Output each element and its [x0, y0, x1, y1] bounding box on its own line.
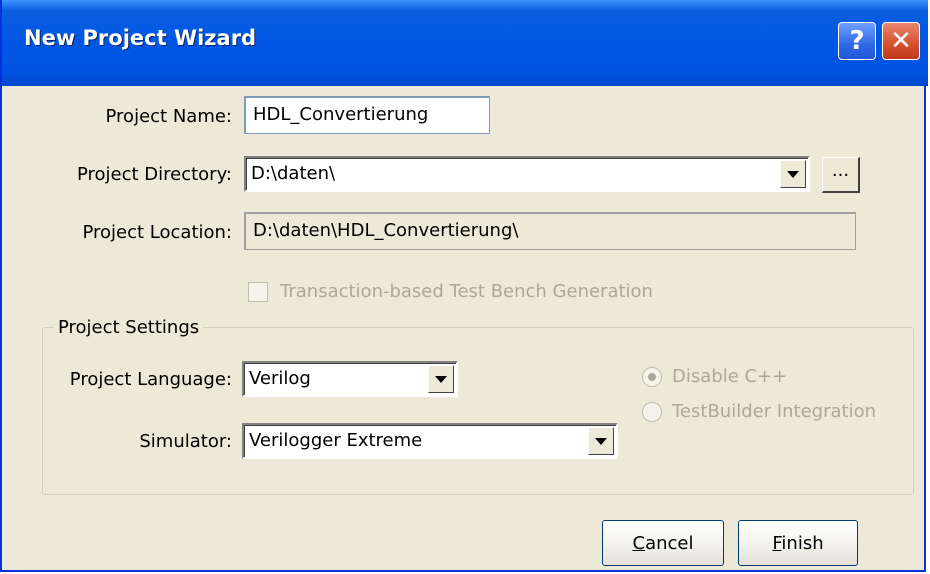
project-settings-legend: Project Settings [54, 317, 204, 338]
finish-label-rest: inish [781, 532, 824, 554]
simulator-label: Simulator: [139, 431, 232, 452]
transaction-test-bench-label: Transaction-based Test Bench Generation [280, 281, 653, 302]
project-location-label: Project Location: [82, 222, 232, 243]
simulator-combobox[interactable]: Verilogger Extreme [242, 423, 618, 459]
dialog-title: New Project Wizard [24, 26, 257, 50]
project-name-label: Project Name: [105, 106, 232, 127]
chevron-down-icon [435, 375, 447, 383]
disable-cpp-radio[interactable] [642, 367, 662, 387]
new-project-wizard-dialog: New Project Wizard ? ✕ Project Name: HDL… [0, 0, 928, 572]
project-location-field: D:\daten\HDL_Convertierung\ [244, 212, 856, 250]
project-language-dropdown-button[interactable] [428, 365, 454, 393]
project-directory-value: D:\daten\ [251, 163, 336, 184]
transaction-test-bench-checkbox[interactable] [248, 282, 268, 302]
chevron-down-icon [595, 437, 607, 445]
simulator-dropdown-button[interactable] [588, 427, 614, 455]
project-language-value: Verilog [249, 368, 311, 389]
testbuilder-integration-radio[interactable] [642, 402, 662, 422]
cancel-button-label: Cancel [633, 533, 694, 554]
browse-directory-button[interactable]: ... [822, 157, 860, 193]
question-mark-icon: ? [849, 26, 865, 56]
simulator-value: Verilogger Extreme [249, 430, 423, 451]
project-directory-label: Project Directory: [76, 164, 232, 185]
project-directory-dropdown-button[interactable] [780, 160, 806, 188]
cancel-button[interactable]: Cancel [602, 520, 724, 566]
close-icon: ✕ [890, 26, 912, 56]
chevron-down-icon [787, 170, 799, 178]
cancel-accelerator: C [632, 532, 646, 554]
disable-cpp-label: Disable C++ [672, 366, 788, 387]
close-button[interactable]: ✕ [882, 22, 920, 60]
help-button[interactable]: ? [838, 22, 876, 60]
finish-button[interactable]: Finish [738, 520, 858, 566]
testbuilder-integration-label: TestBuilder Integration [672, 401, 877, 422]
finish-button-label: Finish [772, 533, 823, 554]
title-bar[interactable]: New Project Wizard ? ✕ [2, 0, 928, 86]
project-language-label: Project Language: [69, 369, 232, 390]
project-language-combobox[interactable]: Verilog [242, 361, 458, 397]
project-name-input[interactable]: HDL_Convertierung [244, 96, 490, 134]
cancel-label-rest: ancel [645, 532, 694, 554]
project-directory-combobox[interactable]: D:\daten\ [244, 156, 810, 192]
